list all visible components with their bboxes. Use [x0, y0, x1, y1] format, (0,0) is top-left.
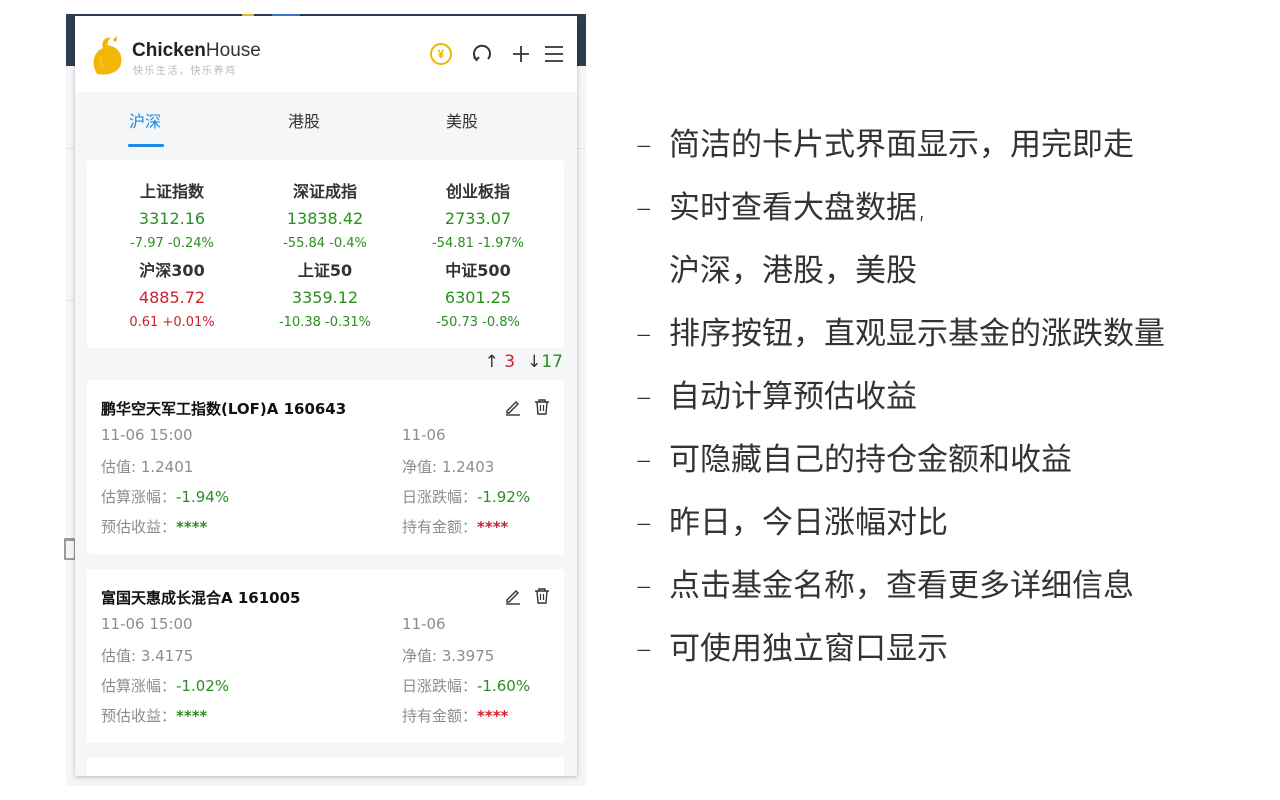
index-name: 创业板指 [445, 182, 510, 201]
tab-meigu[interactable]: 美股 [446, 108, 478, 132]
background-divider [577, 148, 586, 149]
index-item[interactable]: 上证指数 3312.16 -7.97 -0.24% [97, 178, 247, 251]
nav-value: 净值: 3.3975 [402, 647, 495, 665]
feature-list: – 简洁的卡片式界面显示，用完即走 – 实时查看大盘数据, 沪深，港股，美股 – 排序… [636, 113, 1165, 680]
fund-popup: ChickenHouse 快乐生活，快乐养鸡 ¥ 沪深 港股 美股 上证指数 3… [75, 16, 577, 776]
index-change: -55.84 -0.4% [283, 236, 367, 251]
index-item[interactable]: 沪深300 4885.72 0.61 +0.01% [97, 257, 247, 330]
feature-item: – 实时查看大盘数据, [636, 189, 927, 226]
tab-active-indicator [128, 144, 164, 147]
brand-slogan: 快乐生活，快乐养鸡 [133, 66, 237, 77]
chicken-logo-icon [93, 36, 122, 75]
estimate-time: 11-06 15:00 [101, 426, 193, 444]
index-name: 深证成指 [292, 182, 357, 201]
plus-glyph [513, 46, 529, 62]
index-change: -10.38 -0.31% [278, 315, 372, 330]
index-item[interactable]: 创业板指 2733.07 -54.81 -1.97% [403, 178, 553, 251]
menu-icon[interactable] [542, 42, 566, 66]
fund-name[interactable]: 鹏华空天军工指数(LOF)A 160643 [101, 398, 346, 419]
index-change: 0.61 +0.01% [129, 315, 215, 330]
feature-item: – 可隐藏自己的持仓金额和收益 [636, 441, 1072, 478]
index-card: 上证指数 3312.16 -7.97 -0.24% 深证成指 13838.42 … [87, 160, 564, 348]
index-name: 上证指数 [139, 182, 204, 201]
index-item[interactable]: 上证50 3359.12 -10.38 -0.31% [250, 257, 400, 330]
feature-item: – 排序按钮，直观显示基金的涨跌数量 [636, 315, 1165, 352]
down-count[interactable]: ↓17 [527, 352, 563, 372]
index-value: 3312.16 [138, 209, 206, 228]
up-count[interactable]: ↑ 3 [485, 352, 515, 372]
tab-ganggu[interactable]: 港股 [288, 108, 320, 132]
estimated-profit: 预估收益：**** [101, 518, 208, 536]
edit-icon[interactable] [504, 398, 522, 416]
index-value: 6301.25 [444, 288, 512, 307]
nav-date: 11-06 [402, 615, 446, 633]
estimated-profit: 预估收益：**** [101, 707, 208, 725]
plus-icon[interactable] [509, 42, 533, 66]
index-value: 13838.42 [286, 209, 364, 228]
holding-amount: 持有金额：**** [402, 518, 509, 536]
index-item[interactable]: 深证成指 13838.42 -55.84 -0.4% [250, 178, 400, 251]
estimate-change: 估算涨幅：-1.94% [101, 488, 230, 506]
fund-card: 富国天惠成长混合A 161005 11-06 15:00 11-06 估值: 3… [87, 569, 564, 743]
feature-item: – 可使用独立窗口显示 [636, 630, 948, 667]
index-name: 上证50 [297, 261, 353, 280]
index-value: 3359.12 [291, 288, 359, 307]
feature-item: – 简洁的卡片式界面显示，用完即走 [636, 126, 1134, 163]
market-tabs: 沪深 港股 美股 [75, 92, 577, 148]
estimate-value: 估值: 1.2401 [101, 458, 194, 476]
nav-date: 11-06 [402, 426, 446, 444]
popup-header: ChickenHouse 快乐生活，快乐养鸡 ¥ [75, 16, 577, 92]
refresh-icon[interactable] [470, 42, 494, 66]
feature-item: – 点击基金名称，查看更多详细信息 [636, 567, 1134, 604]
index-change: -7.97 -0.24% [130, 236, 214, 251]
holding-amount: 持有金额：**** [402, 707, 509, 725]
index-value: 4885.72 [138, 288, 206, 307]
trash-icon[interactable] [533, 587, 551, 605]
index-item[interactable]: 中证500 6301.25 -50.73 -0.8% [403, 257, 553, 330]
feature-item: – 昨日，今日涨幅对比 [636, 504, 948, 541]
fund-card-partial [87, 758, 564, 776]
nav-value: 净值: 1.2403 [402, 458, 495, 476]
feature-item-continued: 沪深，港股，美股 [669, 252, 917, 289]
brand-name: ChickenHouse [132, 40, 261, 61]
index-name: 沪深300 [139, 261, 205, 280]
day-change: 日涨跌幅：-1.60% [402, 677, 531, 695]
sort-counter[interactable]: ↑ 3 ↓17 [485, 352, 563, 372]
index-change: -50.73 -0.8% [436, 315, 520, 330]
index-name: 中证500 [445, 261, 511, 280]
yen-icon[interactable]: ¥ [429, 42, 453, 66]
feature-item: – 自动计算预估收益 [636, 378, 917, 415]
arrow-up-icon: ↑ [484, 352, 499, 372]
trash-icon[interactable] [533, 398, 551, 416]
estimate-time: 11-06 15:00 [101, 615, 193, 633]
edit-icon[interactable] [504, 587, 522, 605]
estimate-value: 估值: 3.4175 [101, 647, 194, 665]
index-change: -54.81 -1.97% [431, 236, 525, 251]
index-value: 2733.07 [444, 209, 512, 228]
estimate-change: 估算涨幅：-1.02% [101, 677, 230, 695]
fund-name[interactable]: 富国天惠成长混合A 161005 [101, 587, 300, 608]
refresh-glyph [473, 44, 491, 62]
menu-glyph [545, 46, 563, 62]
day-change: 日涨跌幅：-1.92% [402, 488, 531, 506]
arrow-down-icon: ↓ [527, 352, 542, 372]
fund-card: 鹏华空天军工指数(LOF)A 160643 11-06 15:00 11-06 … [87, 380, 564, 554]
tab-hushen[interactable]: 沪深 [129, 108, 161, 132]
